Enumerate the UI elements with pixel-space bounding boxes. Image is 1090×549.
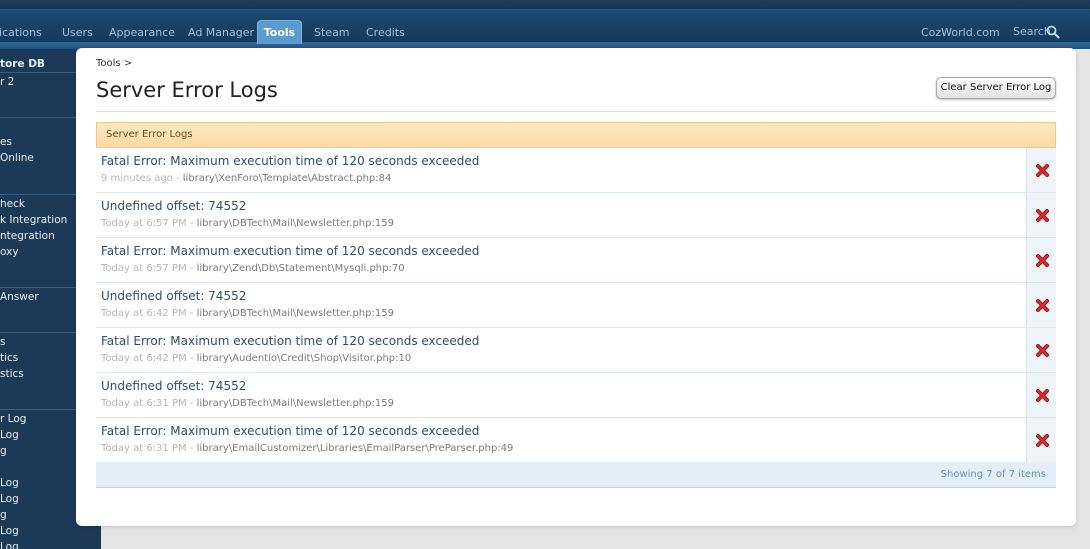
error-row[interactable]: Undefined offset: 74552 Today at 6:42 PM … <box>96 283 1056 328</box>
sidebar-item[interactable]: Log <box>0 524 19 538</box>
delete-cell[interactable] <box>1026 193 1056 237</box>
error-time: 9 minutes ago <box>101 173 173 184</box>
sidebar-item[interactable]: ntegration <box>0 229 55 243</box>
error-meta: Today at 6:31 PM - library\DBTech\Mail\N… <box>101 398 394 409</box>
error-file-path: library\DBTech\Mail\Newsletter.php:159 <box>196 308 394 319</box>
search-icon[interactable] <box>1046 25 1060 39</box>
delete-icon[interactable] <box>1036 164 1049 177</box>
delete-icon[interactable] <box>1036 434 1049 447</box>
site-link[interactable]: CozWorld.com <box>921 26 1000 40</box>
delete-cell[interactable] <box>1026 283 1056 327</box>
error-message[interactable]: Undefined offset: 74552 <box>101 199 246 213</box>
sidebar-item[interactable]: Log <box>0 428 19 442</box>
error-message[interactable]: Fatal Error: Maximum execution time of 1… <box>101 244 479 258</box>
sidebar-item[interactable]: Log <box>0 540 19 549</box>
meta-separator: - <box>186 353 197 364</box>
sidebar-item[interactable]: g <box>0 444 7 458</box>
error-meta: 9 minutes ago - library\XenForo\Template… <box>101 173 391 184</box>
sidebar-item[interactable]: s <box>0 335 5 349</box>
error-file-path: library\XenForo\Template\Abstract.php:84 <box>182 173 392 184</box>
delete-icon[interactable] <box>1036 344 1049 357</box>
sidebar-item[interactable]: tore DB <box>0 57 45 71</box>
error-meta: Today at 6:42 PM - library\Audentio\Cred… <box>101 353 411 364</box>
tab-users[interactable]: Users <box>62 26 93 40</box>
error-file-path: library\DBTech\Mail\Newsletter.php:159 <box>196 398 394 409</box>
tab-ad-manager[interactable]: Ad Manager <box>188 26 254 40</box>
sidebar-item[interactable]: es <box>0 135 12 149</box>
sidebar-item[interactable]: Log <box>0 476 19 490</box>
error-row[interactable]: Fatal Error: Maximum execution time of 1… <box>96 238 1056 283</box>
error-file-path: library\Audentio\Credit\Shop\Visitor.php… <box>196 353 412 364</box>
sidebar-item[interactable]: tics <box>0 351 18 365</box>
error-meta: Today at 6:31 PM - library\EmailCustomiz… <box>101 443 513 454</box>
sidebar-item[interactable]: r 2 <box>0 75 14 89</box>
tab-credits[interactable]: Credits <box>366 26 405 40</box>
breadcrumb[interactable]: Tools > <box>96 58 132 69</box>
item-count: Showing 7 of 7 items <box>940 469 1046 480</box>
meta-separator: - <box>186 263 197 274</box>
error-row[interactable]: Fatal Error: Maximum execution time of 1… <box>96 328 1056 373</box>
delete-cell[interactable] <box>1026 238 1056 282</box>
sidebar-item[interactable]: oxy <box>0 245 19 259</box>
sidebar-item[interactable]: Online <box>0 151 34 165</box>
list-footer: Showing 7 of 7 items <box>96 462 1056 488</box>
error-time: Today at 6:42 PM <box>101 353 187 364</box>
meta-separator: - <box>186 308 197 319</box>
error-time: Today at 6:57 PM <box>101 263 187 274</box>
sidebar-item[interactable]: r Log <box>0 412 26 426</box>
sidebar-item[interactable]: Answer <box>0 290 39 304</box>
sidebar-item[interactable]: Log <box>0 492 19 506</box>
error-meta: Today at 6:57 PM - library\DBTech\Mail\N… <box>101 218 394 229</box>
error-row[interactable]: Undefined offset: 74552 Today at 6:31 PM … <box>96 373 1056 418</box>
title-divider <box>96 111 1056 112</box>
error-row[interactable]: Fatal Error: Maximum execution time of 1… <box>96 148 1056 193</box>
delete-cell[interactable] <box>1026 328 1056 372</box>
error-time: Today at 6:31 PM <box>101 443 187 454</box>
delete-icon[interactable] <box>1036 254 1049 267</box>
delete-icon[interactable] <box>1036 389 1049 402</box>
tab-steam[interactable]: Steam <box>314 26 350 40</box>
delete-cell[interactable] <box>1026 418 1056 462</box>
delete-cell[interactable] <box>1026 373 1056 417</box>
sidebar-item[interactable]: k Integration <box>0 213 67 227</box>
error-file-path: library\EmailCustomizer\Libraries\EmailP… <box>196 443 514 454</box>
error-meta: Today at 6:57 PM - library\Zend\Db\State… <box>101 263 405 274</box>
sidebar-item[interactable]: heck <box>0 197 25 211</box>
meta-separator: - <box>172 173 183 184</box>
error-time: Today at 6:31 PM <box>101 398 187 409</box>
meta-separator: - <box>186 398 197 409</box>
tab-applications[interactable]: lications <box>0 26 42 40</box>
meta-separator: - <box>186 443 197 454</box>
tab-appearance[interactable]: Appearance <box>109 26 175 40</box>
error-message[interactable]: Undefined offset: 74552 <box>101 379 246 393</box>
error-row[interactable]: Fatal Error: Maximum execution time of 1… <box>96 418 1056 463</box>
error-message[interactable]: Fatal Error: Maximum execution time of 1… <box>101 154 479 168</box>
error-time: Today at 6:57 PM <box>101 218 187 229</box>
delete-icon[interactable] <box>1036 299 1049 312</box>
error-message[interactable]: Fatal Error: Maximum execution time of 1… <box>101 334 479 348</box>
clear-error-log-button[interactable]: Clear Server Error Log <box>936 77 1056 99</box>
error-time: Today at 6:42 PM <box>101 308 187 319</box>
meta-separator: - <box>186 218 197 229</box>
error-file-path: library\Zend\Db\Statement\Mysqli.php:70 <box>196 263 405 274</box>
page-title: Server Error Logs <box>96 78 278 102</box>
error-file-path: library\DBTech\Mail\Newsletter.php:159 <box>196 218 394 229</box>
tab-tools[interactable]: Tools <box>257 20 302 44</box>
error-row[interactable]: Undefined offset: 74552 Today at 6:57 PM … <box>96 193 1056 238</box>
top-strip <box>0 0 1090 10</box>
sidebar-item[interactable]: stics <box>0 367 24 381</box>
list-header: Server Error Logs <box>96 122 1056 148</box>
error-meta: Today at 6:42 PM - library\DBTech\Mail\N… <box>101 308 394 319</box>
error-message[interactable]: Undefined offset: 74552 <box>101 289 246 303</box>
sidebar-item[interactable]: g <box>0 508 7 522</box>
delete-icon[interactable] <box>1036 209 1049 222</box>
error-message[interactable]: Fatal Error: Maximum execution time of 1… <box>101 424 479 438</box>
delete-cell[interactable] <box>1026 148 1056 192</box>
